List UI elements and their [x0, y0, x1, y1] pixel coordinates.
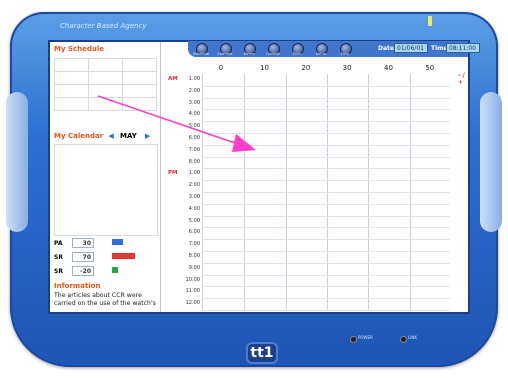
annotation-arrow: [97, 95, 256, 152]
link-label: LINK: [408, 335, 418, 340]
arrow-shaft: [97, 95, 239, 145]
device-frame: Character Based Agency My Schedule My Ca…: [6, 12, 502, 367]
arrow-head: [232, 134, 256, 152]
power-indicator-icon: [350, 336, 357, 343]
brand-logo: tt1: [246, 342, 278, 364]
power-label: POWER: [358, 335, 373, 340]
link-indicator-icon: [400, 336, 407, 343]
